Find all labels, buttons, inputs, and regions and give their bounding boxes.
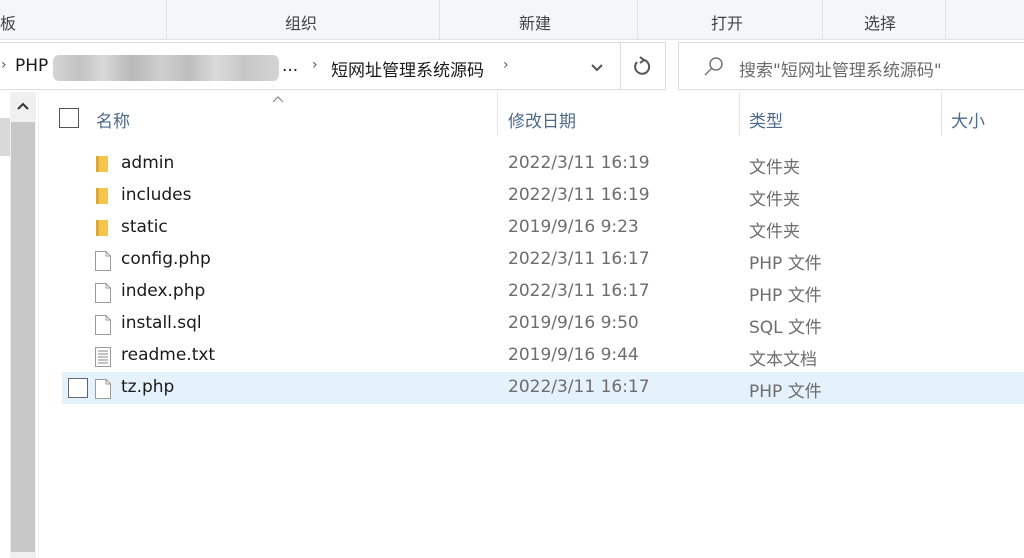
file-row[interactable]: readme.txt 2019/9/16 9:44 文本文档 [62,340,1024,372]
navigation-pane-scrollbar[interactable] [10,92,36,558]
file-type: 文件夹 [749,222,800,242]
redacted-breadcrumb [53,55,279,81]
file-type: 文件夹 [749,190,800,210]
ribbon-group-label: 组织 [285,14,318,33]
folder-icon [96,156,108,172]
select-all-checkbox[interactable] [59,108,79,128]
sort-ascending-icon [272,96,284,103]
search-placeholder: 搜索"短网址管理系统源码" [739,61,942,81]
address-history-dropdown[interactable] [578,43,620,89]
breadcrumb-php[interactable]: PHP [15,56,48,76]
folder-icon [96,220,108,236]
breadcrumb-separator-icon[interactable]: › [1,57,7,73]
breadcrumb-overflow[interactable]: ... [282,56,298,76]
breadcrumb-current-folder[interactable]: 短网址管理系统源码 [331,56,484,81]
refresh-icon [634,56,651,75]
file-type: SQL 文件 [749,318,823,338]
ribbon-group-clipboard[interactable]: 板 [0,0,167,40]
file-type: PHP 文件 [749,286,822,306]
row-checkbox[interactable] [68,378,88,398]
ribbon-group-organize[interactable]: 组织 [167,0,440,40]
file-row[interactable]: admin 2022/3/11 16:19 文件夹 [62,148,1024,180]
file-name: static [121,217,168,237]
text-file-icon [95,347,111,367]
file-name: includes [121,185,192,205]
file-name: config.php [121,249,211,269]
folder-icon [96,188,108,204]
column-header-name[interactable]: 名称 [84,92,498,138]
file-date: 2022/3/11 16:19 [508,185,650,205]
search-box[interactable]: 搜索"短网址管理系统源码" [678,42,1024,90]
chevron-up-icon [17,102,29,110]
file-date: 2019/9/16 9:44 [508,345,639,365]
file-date: 2022/3/11 16:17 [508,377,650,397]
file-date: 2022/3/11 16:19 [508,153,650,173]
file-type: PHP 文件 [749,382,822,402]
ribbon-group-label: 新建 [519,14,552,33]
file-date: 2022/3/11 16:17 [508,281,650,301]
scroll-up-button[interactable] [10,94,36,118]
ribbon-group-new[interactable]: 新建 [440,0,638,40]
column-header-type[interactable]: 类型 [740,92,941,138]
ribbon-group-select[interactable]: 选择 [823,0,946,40]
file-name: tz.php [121,377,175,397]
chevron-down-icon [591,64,603,72]
file-icon [95,283,111,303]
ribbon: 板 组织 新建 打开 选择 [0,0,1024,40]
refresh-button[interactable] [620,43,665,89]
column-header-size[interactable]: 大小 [942,92,1024,138]
file-date: 2019/9/16 9:23 [508,217,639,237]
file-row[interactable]: includes 2022/3/11 16:19 文件夹 [62,180,1024,212]
file-date: 2019/9/16 9:50 [508,313,639,333]
file-name: install.sql [121,313,202,333]
pane-divider[interactable] [38,92,39,558]
file-row-selected[interactable]: tz.php 2022/3/11 16:17 PHP 文件 [62,372,1024,404]
ribbon-group-open[interactable]: 打开 [638,0,823,40]
breadcrumb-separator-icon[interactable]: › [312,57,318,73]
navigation-pane[interactable] [0,92,10,558]
address-bar[interactable]: › PHP ... › 短网址管理系统源码 › [0,42,666,90]
column-header-date[interactable]: 修改日期 [498,92,739,138]
file-name: index.php [121,281,206,301]
file-row[interactable]: static 2019/9/16 9:23 文件夹 [62,212,1024,244]
file-row[interactable]: index.php 2022/3/11 16:17 PHP 文件 [62,276,1024,308]
file-icon [95,379,111,399]
ribbon-group-label: 板 [0,14,17,33]
file-name: readme.txt [121,345,216,365]
column-header-label: 类型 [749,112,783,132]
file-type: 文件夹 [749,158,800,178]
column-header-row: 名称 修改日期 类型 大小 [40,92,1024,144]
file-type: PHP 文件 [749,254,822,274]
file-list: admin 2022/3/11 16:19 文件夹 includes 2022/… [62,148,1024,404]
ribbon-group-label: 选择 [864,14,897,33]
file-icon [95,315,111,335]
file-name: admin [121,153,175,173]
search-icon [704,57,723,76]
file-row[interactable]: install.sql 2019/9/16 9:50 SQL 文件 [62,308,1024,340]
navigation-pane-selected-item[interactable] [0,118,10,156]
column-header-label: 名称 [96,112,130,132]
file-type: 文本文档 [749,350,817,370]
file-icon [95,251,111,271]
scrollbar-thumb[interactable] [11,122,35,552]
file-date: 2022/3/11 16:17 [508,249,650,269]
ribbon-group-label: 打开 [711,14,744,33]
column-header-label: 大小 [951,112,985,132]
column-header-label: 修改日期 [508,112,576,132]
breadcrumb-separator-icon[interactable]: › [503,57,509,73]
file-row[interactable]: config.php 2022/3/11 16:17 PHP 文件 [62,244,1024,276]
